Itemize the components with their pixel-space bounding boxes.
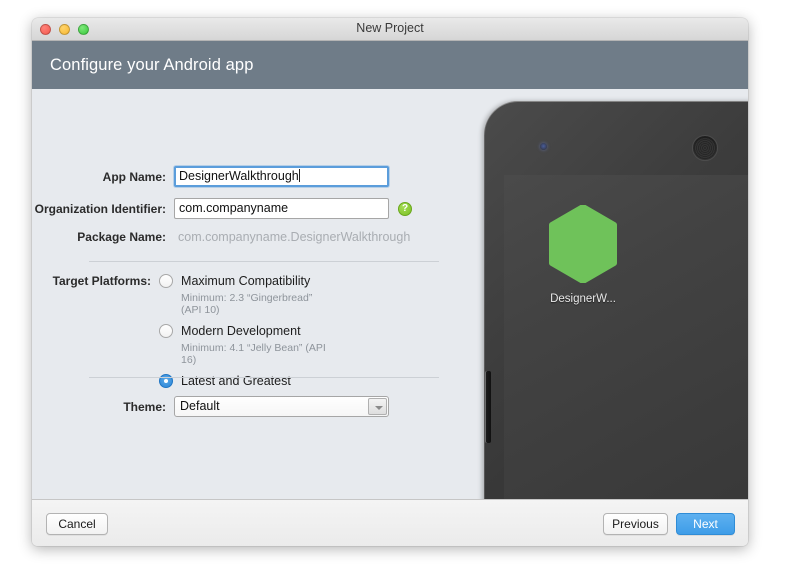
section-divider-2 bbox=[89, 377, 439, 378]
android-phone-body: DesignerW... bbox=[484, 101, 748, 499]
radio-subtitle: Minimum: 4.1 “Jelly Bean” (API 16) bbox=[181, 342, 326, 366]
app-name-label: App Name: bbox=[102, 169, 166, 184]
app-icon-label: DesignerW... bbox=[550, 293, 616, 305]
phone-screen: DesignerW... bbox=[504, 175, 748, 499]
earpiece-speaker-icon bbox=[692, 135, 718, 161]
page-title: Configure your Android app bbox=[50, 55, 254, 74]
app-icon-group: DesignerW... bbox=[540, 204, 626, 305]
organization-identifier-label: Organization Identifier: bbox=[34, 201, 166, 216]
theme-selected-value: Default bbox=[180, 399, 220, 413]
radio-option-maximum-compatibility[interactable]: Maximum Compatibility bbox=[159, 272, 332, 290]
field-row-theme: Theme: Default bbox=[32, 396, 452, 417]
configuration-form: App Name: DesignerWalkthrough Organizati… bbox=[32, 89, 472, 499]
radio-option-latest-and-greatest[interactable]: Latest and Greatest bbox=[159, 372, 332, 390]
package-name-value: com.companyname.DesignerWalkthrough bbox=[178, 230, 411, 244]
field-row-app-name: App Name: DesignerWalkthrough bbox=[32, 166, 432, 187]
wizard-content: App Name: DesignerWalkthrough Organizati… bbox=[32, 89, 748, 499]
power-button bbox=[486, 371, 491, 443]
previous-button[interactable]: Previous bbox=[603, 513, 668, 535]
radio-label: Maximum Compatibility bbox=[181, 274, 311, 288]
app-name-input[interactable]: DesignerWalkthrough bbox=[174, 166, 389, 187]
radio-label: Modern Development bbox=[181, 324, 301, 338]
radio-option-modern-development[interactable]: Modern Development bbox=[159, 322, 332, 340]
target-platforms-label: Target Platforms: bbox=[52, 274, 152, 288]
device-preview: DesignerW... bbox=[468, 89, 748, 499]
field-row-package-name: Package Name: com.companyname.DesignerWa… bbox=[32, 230, 452, 244]
wizard-footer: Cancel Previous Next bbox=[32, 499, 748, 546]
organization-identifier-value: com.companyname bbox=[179, 201, 289, 215]
next-button[interactable]: Next bbox=[676, 513, 735, 535]
radio-subtitle: Minimum: 2.3 “Gingerbread” (API 10) bbox=[181, 292, 313, 316]
theme-select[interactable]: Default bbox=[174, 396, 389, 417]
wizard-banner: Configure your Android app bbox=[32, 41, 748, 89]
theme-label: Theme: bbox=[123, 399, 166, 414]
field-row-organization-identifier: Organization Identifier: com.companyname… bbox=[32, 198, 452, 219]
package-name-label: Package Name: bbox=[77, 230, 166, 244]
target-platforms-radio-group: Maximum Compatibility Minimum: 2.3 “Ging… bbox=[159, 272, 332, 390]
radio-icon[interactable] bbox=[159, 324, 174, 338]
section-divider-1 bbox=[89, 261, 439, 262]
text-caret bbox=[298, 169, 300, 182]
hexagon-icon bbox=[549, 204, 617, 284]
window-title: New Project bbox=[356, 21, 424, 35]
help-icon[interactable]: ? bbox=[398, 201, 412, 216]
radio-icon[interactable] bbox=[159, 274, 174, 288]
cancel-button[interactable]: Cancel bbox=[46, 513, 108, 535]
app-name-value: DesignerWalkthrough bbox=[179, 169, 299, 183]
field-row-target-platforms: Target Platforms: Maximum Compatibility … bbox=[32, 272, 332, 390]
window-titlebar[interactable]: New Project bbox=[32, 18, 748, 41]
front-sensor-icon bbox=[540, 143, 547, 150]
organization-identifier-input[interactable]: com.companyname bbox=[174, 198, 389, 219]
desktop-backdrop: New Project Configure your Android app A… bbox=[0, 0, 800, 586]
chevron-down-icon[interactable] bbox=[368, 398, 387, 415]
new-project-window: New Project Configure your Android app A… bbox=[32, 18, 748, 546]
